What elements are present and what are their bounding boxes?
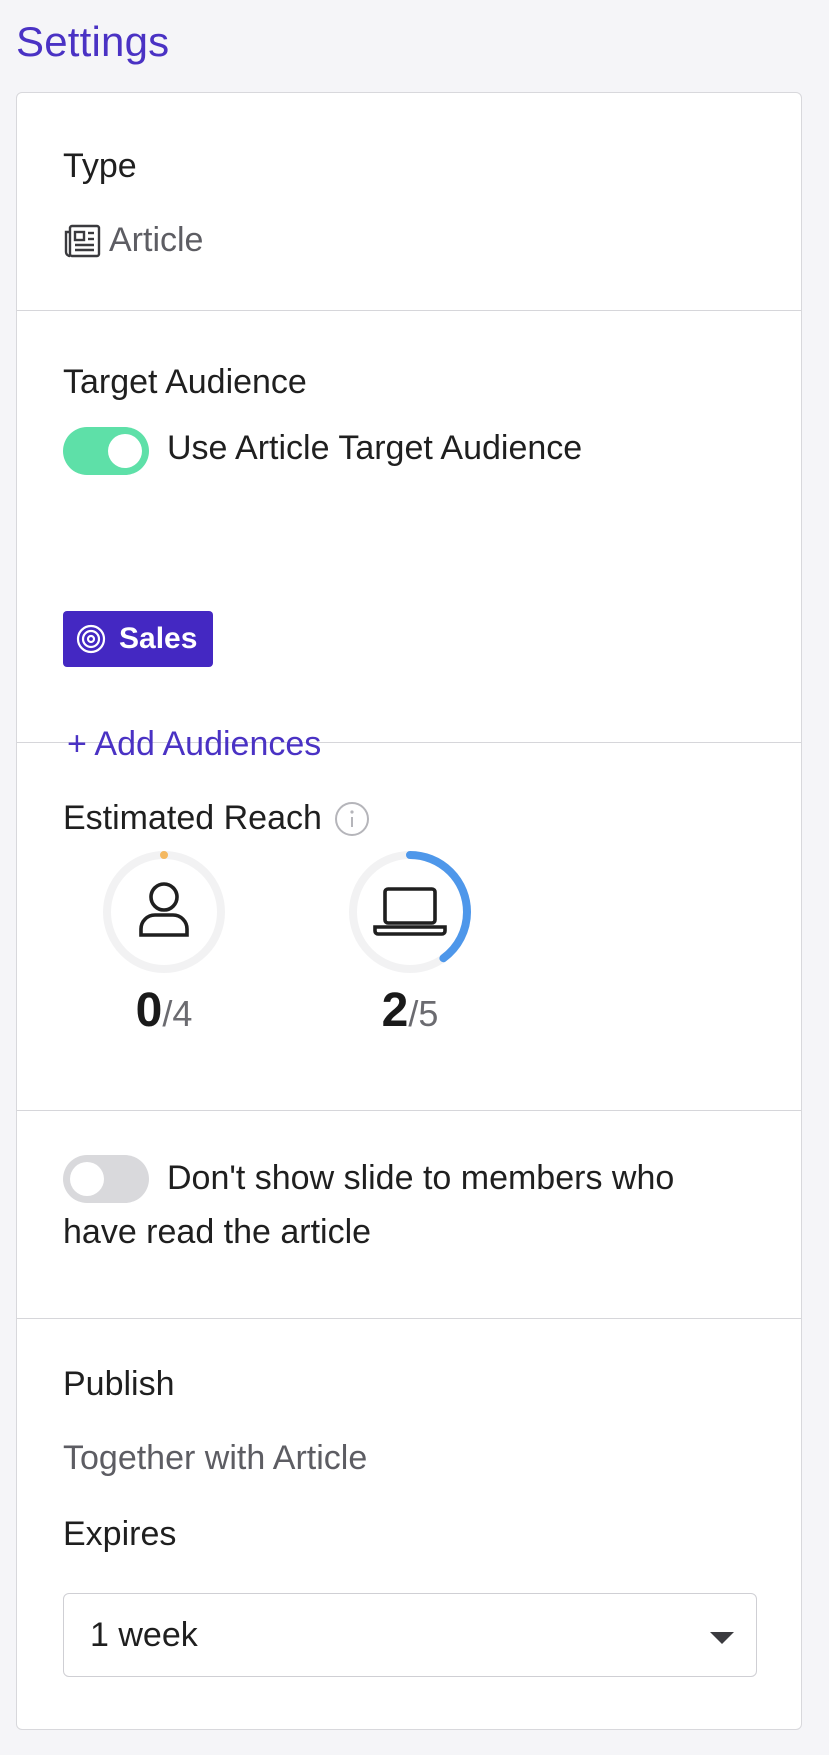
type-value: Article <box>63 221 203 260</box>
type-section: Type Article <box>17 93 801 311</box>
expires-select[interactable]: 1 week <box>63 1593 757 1677</box>
publish-label: Publish <box>63 1365 175 1403</box>
reach-count-members-total: /4 <box>162 993 193 1034</box>
chevron-down-icon <box>710 1632 734 1644</box>
hide-read-members-label-line2: have read the article <box>63 1213 372 1251</box>
newspaper-icon <box>64 224 101 257</box>
hide-read-members-toggle[interactable] <box>63 1155 149 1203</box>
reach-gauge-members <box>99 847 229 977</box>
read-toggle-section: Don't show slide to members who have rea… <box>17 1111 801 1319</box>
reach-label: Estimated Reach <box>63 799 322 837</box>
info-icon[interactable] <box>334 801 370 837</box>
audience-section: Target Audience Use Article Target Audie… <box>17 311 801 763</box>
toggle-knob <box>108 434 142 468</box>
reach-section: Estimated Reach 0/4 2/5 <box>17 743 801 1111</box>
toggle-knob <box>70 1162 104 1196</box>
expires-label: Expires <box>63 1515 177 1553</box>
page-title: Settings <box>16 18 170 65</box>
reach-count-members-value: 0 <box>135 984 163 1037</box>
reach-title: Estimated Reach <box>63 799 370 838</box>
user-icon <box>139 882 189 937</box>
expires-select-value: 1 week <box>90 1615 198 1654</box>
settings-card: Type Article Target Audience Use Article… <box>16 92 802 1730</box>
reach-gauge-devices <box>345 847 475 977</box>
target-icon <box>76 624 106 654</box>
type-value-text: Article <box>109 221 204 259</box>
publish-value: Together with Article <box>63 1439 368 1477</box>
reach-count-devices-total: /5 <box>408 993 439 1034</box>
audience-label: Target Audience <box>63 363 307 401</box>
laptop-icon <box>373 887 447 936</box>
reach-count-devices: 2/5 <box>345 983 475 1038</box>
use-article-audience-toggle[interactable] <box>63 427 149 475</box>
hide-read-members-label-line1: Don't show slide to members who <box>167 1159 675 1197</box>
publish-section: Publish Together with Article Expires 1 … <box>17 1319 801 1729</box>
audience-chip-sales[interactable]: Sales <box>63 611 214 667</box>
reach-count-members: 0/4 <box>99 983 229 1038</box>
type-label: Type <box>63 147 137 185</box>
reach-count-devices-value: 2 <box>381 984 409 1037</box>
chip-label: Sales <box>119 622 198 655</box>
use-article-audience-label: Use Article Target Audience <box>167 429 583 467</box>
